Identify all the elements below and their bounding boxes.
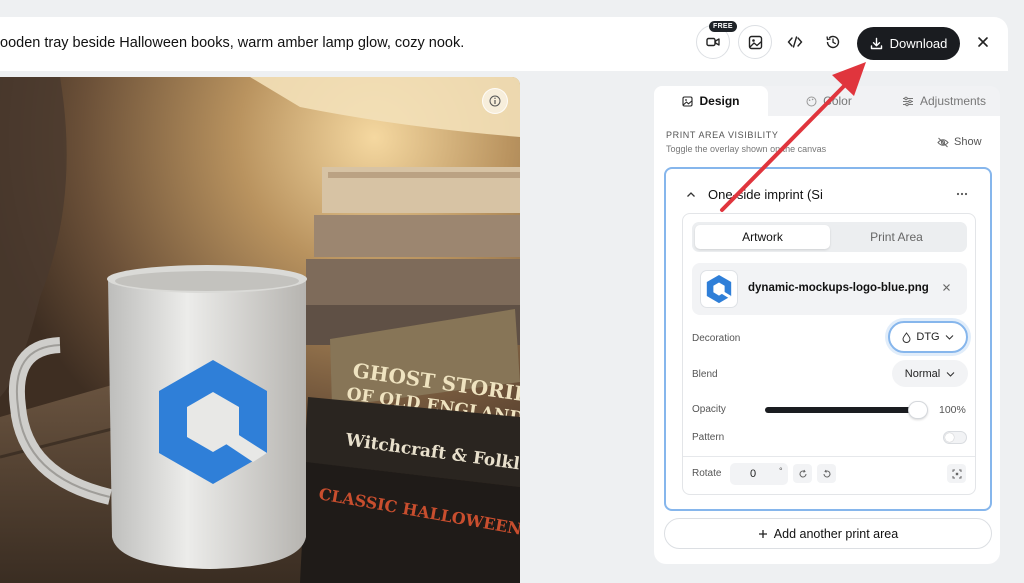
tab-color[interactable]: Color xyxy=(774,86,884,116)
close-icon xyxy=(943,284,950,291)
plus-icon xyxy=(758,529,767,538)
mockup-photo: GHOST STORIES OF OLD ENGLAND Witchcraft … xyxy=(0,77,520,583)
segment-control: Artwork Print Area xyxy=(692,222,967,252)
print-area-title: One-side imprint (Si xyxy=(708,187,823,202)
tab-design-label: Design xyxy=(699,94,740,108)
opacity-slider-thumb[interactable] xyxy=(908,401,928,419)
pattern-toggle[interactable] xyxy=(943,431,967,444)
history-button[interactable] xyxy=(816,25,850,59)
rotate-value: 0 xyxy=(750,468,757,480)
artwork-file[interactable]: dynamic-mockups-logo-blue.png xyxy=(692,263,967,315)
chevron-down-icon xyxy=(945,335,953,340)
print-area-header[interactable]: One-side imprint (Si xyxy=(686,187,823,202)
fit-icon xyxy=(952,469,961,478)
fit-button[interactable] xyxy=(947,464,966,483)
info-icon xyxy=(489,95,501,107)
opacity-slider-track[interactable] xyxy=(765,407,917,413)
add-print-area-label: Add another print area xyxy=(773,526,899,541)
toggle-knob xyxy=(945,433,954,442)
drop-icon xyxy=(902,331,911,343)
show-label: Show xyxy=(954,136,982,148)
decoration-value: DTG xyxy=(916,331,940,343)
info-button[interactable] xyxy=(482,88,508,114)
divider xyxy=(683,456,975,457)
opacity-value: 100% xyxy=(939,404,966,416)
remove-file-button[interactable] xyxy=(942,279,951,295)
tab-adjustments-label: Adjustments xyxy=(919,94,987,108)
history-icon xyxy=(826,35,840,49)
rotate-cw-icon xyxy=(799,469,806,477)
video-icon xyxy=(706,37,720,47)
download-icon xyxy=(870,37,882,50)
visibility-title: PRINT AREA VISIBILITY xyxy=(666,130,779,140)
close-button[interactable] xyxy=(974,33,992,51)
pattern-label: Pattern xyxy=(692,432,725,443)
opacity-label: Opacity xyxy=(692,404,726,415)
file-name: dynamic-mockups-logo-blue.png xyxy=(748,282,929,294)
visibility-subtitle: Toggle the overlay shown on the canvas xyxy=(666,144,827,154)
panel-tabs: Design Color Adjustments xyxy=(654,86,1000,116)
tab-design[interactable]: Design xyxy=(654,86,768,116)
tab-color-label: Color xyxy=(823,94,852,108)
more-icon xyxy=(956,192,968,196)
free-badge: FREE xyxy=(709,21,737,32)
file-thumbnail xyxy=(700,270,738,308)
print-area-card: One-side imprint (Si Artwork Print Area … xyxy=(664,167,992,511)
image-icon xyxy=(748,35,762,49)
segment-print-area[interactable]: Print Area xyxy=(829,225,964,249)
decoration-label: Decoration xyxy=(692,333,741,344)
sliders-icon xyxy=(902,96,913,106)
show-overlay-button[interactable]: Show xyxy=(937,136,982,148)
rotate-label: Rotate xyxy=(692,468,722,479)
settings-panel: Design Color Adjustments PRINT AREA VISI… xyxy=(654,86,1000,564)
print-area-settings: Artwork Print Area dynamic-mockups-logo-… xyxy=(682,213,976,495)
prompt-text: ooden tray beside Halloween books, warm … xyxy=(0,35,465,51)
top-bar: ooden tray beside Halloween books, warm … xyxy=(0,17,1008,71)
close-icon xyxy=(978,37,988,47)
blend-select[interactable]: Normal xyxy=(892,360,968,387)
code-icon xyxy=(787,36,803,48)
palette-icon xyxy=(806,96,817,106)
logo-icon xyxy=(706,274,732,304)
download-button[interactable]: Download xyxy=(857,27,960,60)
add-print-area-button[interactable]: Add another print area xyxy=(664,518,992,549)
blend-value: Normal xyxy=(904,367,941,380)
image-icon xyxy=(682,95,694,107)
rotate-left-button[interactable] xyxy=(817,464,836,483)
chevron-down-icon xyxy=(946,371,955,377)
mockup-canvas[interactable]: GHOST STORIES OF OLD ENGLAND Witchcraft … xyxy=(0,77,520,583)
rotate-ccw-icon xyxy=(823,469,830,477)
rotate-unit: ° xyxy=(779,466,783,476)
chevron-up-icon xyxy=(687,192,695,197)
more-options-button[interactable] xyxy=(956,183,968,199)
image-button[interactable] xyxy=(738,25,772,59)
blend-label: Blend xyxy=(692,369,718,380)
eye-off-icon xyxy=(937,137,949,147)
tab-adjustments[interactable]: Adjustments xyxy=(888,86,1000,116)
segment-artwork[interactable]: Artwork xyxy=(695,225,830,249)
decoration-select[interactable]: DTG xyxy=(888,321,968,353)
rotate-right-button[interactable] xyxy=(793,464,812,483)
embed-code-button[interactable] xyxy=(778,25,812,59)
download-label: Download xyxy=(889,36,948,51)
